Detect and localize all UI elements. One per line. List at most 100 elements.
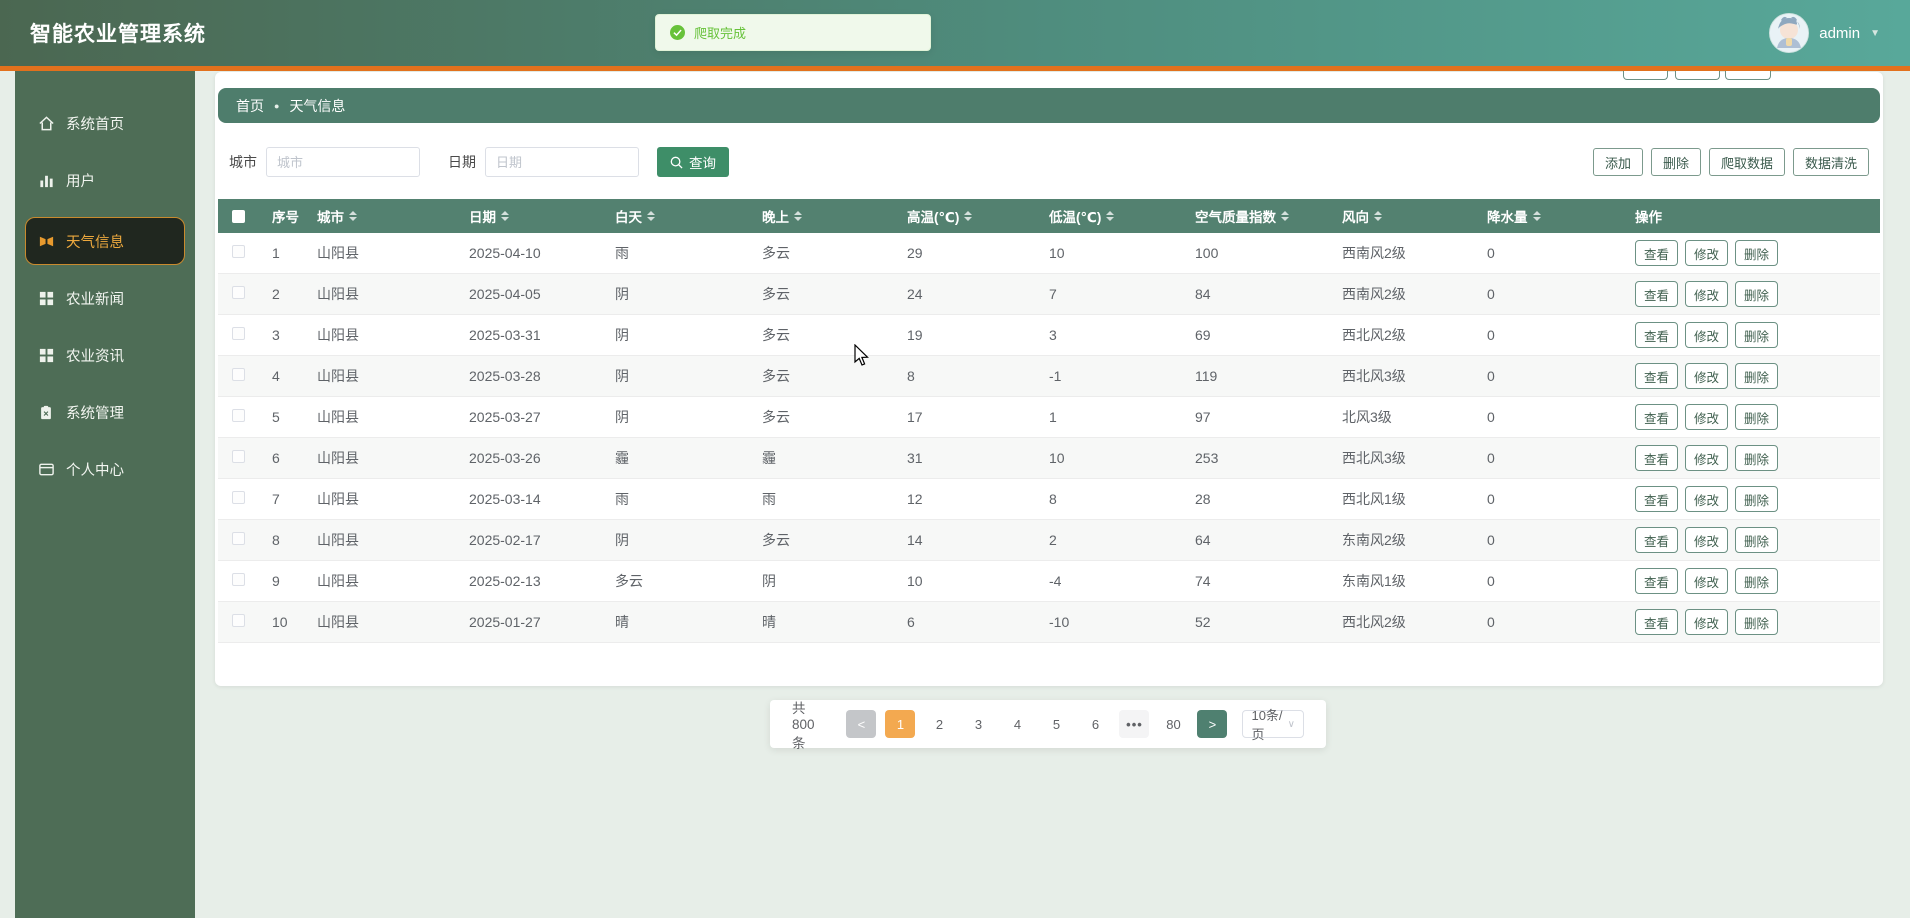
last-page-button[interactable]: 80 [1158, 710, 1188, 738]
delete-button[interactable]: 删除 [1651, 148, 1701, 176]
delete-button[interactable]: 删除 [1735, 404, 1778, 430]
clipped-delete-button[interactable] [1725, 71, 1771, 80]
row-checkbox[interactable] [232, 368, 245, 381]
sort-icon[interactable] [1281, 211, 1289, 221]
cell-night: 多云 [748, 243, 893, 263]
view-button[interactable]: 查看 [1635, 322, 1678, 348]
sidebar-item-0[interactable]: 系统首页 [25, 103, 185, 143]
view-button[interactable]: 查看 [1635, 609, 1678, 635]
sort-icon[interactable] [1374, 211, 1382, 221]
delete-button[interactable]: 删除 [1735, 363, 1778, 389]
breadcrumb-home[interactable]: 首页 [236, 96, 264, 116]
search-button[interactable]: 查询 [657, 147, 729, 177]
row-checkbox[interactable] [232, 450, 245, 463]
edit-button[interactable]: 修改 [1685, 363, 1728, 389]
column-header[interactable]: 晚上 [748, 206, 893, 226]
edit-button[interactable]: 修改 [1685, 609, 1728, 635]
page-button-6[interactable]: 6 [1080, 710, 1110, 738]
user-menu[interactable]: admin ▼ [1769, 13, 1880, 53]
date-input[interactable] [485, 147, 639, 177]
clipped-view-button[interactable] [1623, 71, 1668, 80]
view-button[interactable]: 查看 [1635, 281, 1678, 307]
delete-button[interactable]: 删除 [1735, 281, 1778, 307]
view-button[interactable]: 查看 [1635, 240, 1678, 266]
sort-icon[interactable] [794, 211, 802, 221]
sort-icon[interactable] [964, 211, 972, 221]
row-checkbox[interactable] [232, 614, 245, 627]
more-pages-button[interactable]: ••• [1119, 710, 1149, 738]
page-button-1[interactable]: 1 [885, 710, 915, 738]
view-button[interactable]: 查看 [1635, 527, 1678, 553]
edit-button[interactable]: 修改 [1685, 568, 1728, 594]
sidebar-item-2[interactable]: 天气信息 [25, 217, 185, 265]
column-header[interactable]: 风向 [1328, 206, 1473, 226]
sidebar-item-5[interactable]: 系统管理 [25, 392, 185, 432]
row-checkbox[interactable] [232, 532, 245, 545]
cell-low: 2 [1035, 532, 1181, 548]
row-checkbox[interactable] [232, 245, 245, 258]
success-check-icon [670, 25, 685, 40]
sort-icon[interactable] [349, 211, 357, 221]
avatar[interactable] [1769, 13, 1809, 53]
sidebar-item-6[interactable]: 个人中心 [25, 449, 185, 489]
page-button-2[interactable]: 2 [924, 710, 954, 738]
sort-icon[interactable] [1106, 211, 1114, 221]
page-button-3[interactable]: 3 [963, 710, 993, 738]
column-header[interactable]: 日期 [455, 206, 601, 226]
edit-button[interactable]: 修改 [1685, 322, 1728, 348]
chevron-down-icon[interactable]: ▼ [1870, 28, 1880, 39]
sidebar-item-1[interactable]: 用户 [25, 160, 185, 200]
view-button[interactable]: 查看 [1635, 445, 1678, 471]
crawl-data-button[interactable]: 爬取数据 [1709, 148, 1785, 176]
edit-button[interactable]: 修改 [1685, 527, 1728, 553]
sidebar-item-4[interactable]: 农业资讯 [25, 335, 185, 375]
view-button[interactable]: 查看 [1635, 568, 1678, 594]
row-actions: 查看修改删除 [1621, 609, 1880, 635]
sidebar-item-label: 用户 [66, 170, 95, 191]
edit-button[interactable]: 修改 [1685, 445, 1728, 471]
add-button[interactable]: 添加 [1593, 148, 1643, 176]
column-header[interactable]: 白天 [601, 206, 748, 226]
page-button-5[interactable]: 5 [1041, 710, 1071, 738]
sort-icon[interactable] [501, 211, 509, 221]
delete-button[interactable]: 删除 [1735, 609, 1778, 635]
next-page-button[interactable]: > [1197, 710, 1227, 738]
page-size-select[interactable]: 10条/页 ∨ [1242, 710, 1304, 738]
city-input[interactable] [266, 147, 420, 177]
prev-page-button[interactable]: < [846, 710, 876, 738]
row-checkbox[interactable] [232, 573, 245, 586]
row-checkbox[interactable] [232, 286, 245, 299]
column-header[interactable]: 空气质量指数 [1181, 206, 1328, 226]
sort-icon[interactable] [1533, 211, 1541, 221]
edit-button[interactable]: 修改 [1685, 281, 1728, 307]
row-checkbox[interactable] [232, 491, 245, 504]
delete-button[interactable]: 删除 [1735, 568, 1778, 594]
column-header[interactable]: 城市 [303, 206, 455, 226]
select-all-checkbox[interactable] [232, 210, 245, 223]
delete-button[interactable]: 删除 [1735, 445, 1778, 471]
column-header[interactable]: 降水量 [1473, 206, 1621, 226]
edit-button[interactable]: 修改 [1685, 486, 1728, 512]
row-actions: 查看修改删除 [1621, 404, 1880, 430]
edit-button[interactable]: 修改 [1685, 404, 1728, 430]
view-button[interactable]: 查看 [1635, 404, 1678, 430]
delete-button[interactable]: 删除 [1735, 322, 1778, 348]
column-header[interactable]: 高温(℃) [893, 206, 1035, 226]
delete-button[interactable]: 删除 [1735, 240, 1778, 266]
sort-icon[interactable] [647, 211, 655, 221]
view-button[interactable]: 查看 [1635, 486, 1678, 512]
cell-wind: 西北风2级 [1328, 325, 1473, 345]
edit-button[interactable]: 修改 [1685, 240, 1728, 266]
delete-button[interactable]: 删除 [1735, 527, 1778, 553]
page-button-4[interactable]: 4 [1002, 710, 1032, 738]
column-header[interactable]: 低温(℃) [1035, 206, 1181, 226]
username[interactable]: admin [1819, 25, 1860, 42]
sidebar-item-3[interactable]: 农业新闻 [25, 278, 185, 318]
clipped-edit-button[interactable] [1675, 71, 1720, 80]
delete-button[interactable]: 删除 [1735, 486, 1778, 512]
row-checkbox[interactable] [232, 327, 245, 340]
view-button[interactable]: 查看 [1635, 363, 1678, 389]
grid-icon [38, 347, 55, 364]
clean-data-button[interactable]: 数据清洗 [1793, 148, 1869, 176]
row-checkbox[interactable] [232, 409, 245, 422]
